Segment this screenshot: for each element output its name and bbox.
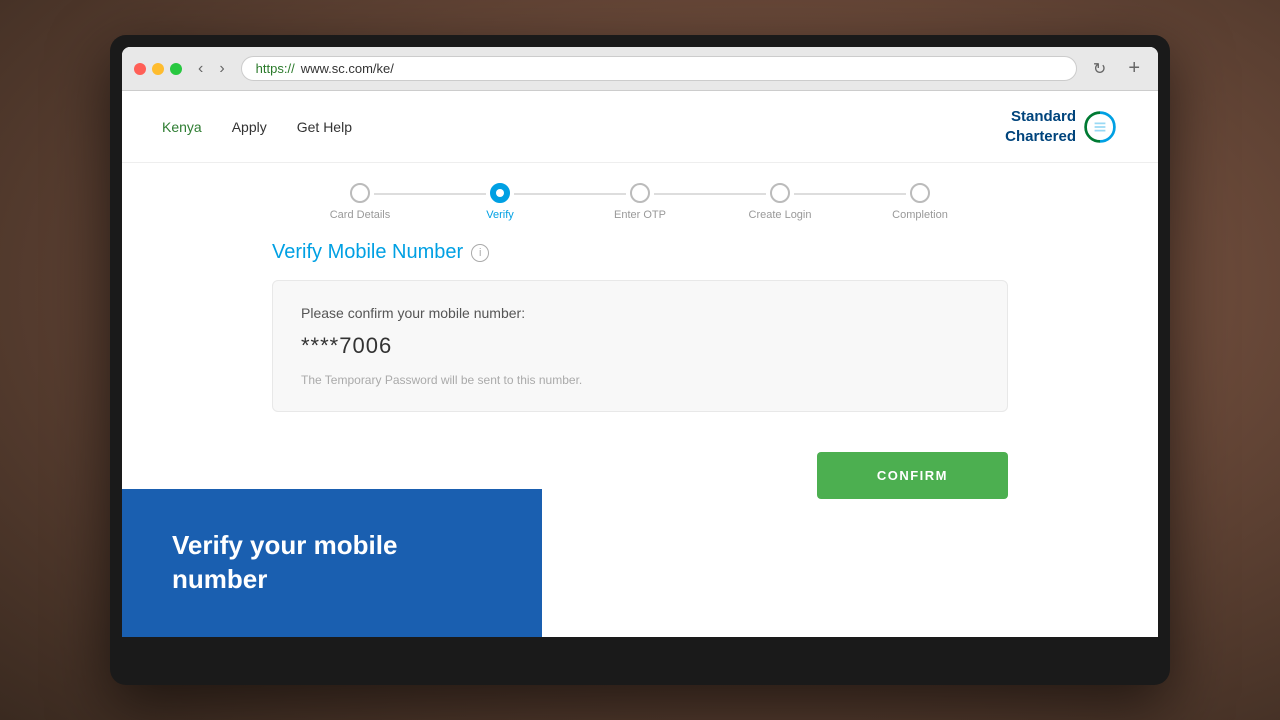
step-card-details: Card Details — [290, 183, 430, 221]
nav-left: Kenya Apply Get Help — [162, 119, 352, 135]
step-circle-completion — [910, 183, 930, 203]
step-label-otp: Enter OTP — [614, 209, 666, 221]
sc-logo-line1: Standard — [1011, 108, 1076, 125]
close-button[interactable] — [134, 63, 146, 75]
laptop-frame: ‹ › https:// www.sc.com/ke/ ↻ + Kenya App… — [110, 35, 1170, 685]
step-label-completion: Completion — [892, 209, 948, 221]
nav-region[interactable]: Kenya — [162, 119, 202, 135]
step-circle-login — [770, 183, 790, 203]
sc-logo-text: Standard Chartered — [1005, 107, 1076, 146]
nav-apply[interactable]: Apply — [232, 119, 267, 135]
banner-text: Verify your mobile number — [172, 529, 492, 597]
site-header: Kenya Apply Get Help Standard Chartered — [122, 91, 1158, 163]
blue-banner: Verify your mobile number — [122, 489, 542, 637]
maximize-button[interactable] — [170, 63, 182, 75]
step-enter-otp: Enter OTP — [570, 183, 710, 221]
main-content: Verify Mobile Number i Please confirm yo… — [122, 221, 1158, 452]
step-create-login: Create Login — [710, 183, 850, 221]
refresh-button[interactable]: ↻ — [1087, 57, 1112, 81]
verify-card: Please confirm your mobile number: ****7… — [272, 280, 1008, 412]
step-verify: Verify — [430, 183, 570, 221]
step-circle-verify — [490, 183, 510, 203]
progress-section: Card Details Verify Enter OTP C — [122, 163, 1158, 221]
confirm-button[interactable]: CONFIRM — [817, 452, 1008, 499]
address-bar[interactable]: https:// www.sc.com/ke/ — [241, 56, 1077, 81]
page-content: Kenya Apply Get Help Standard Chartered — [122, 91, 1158, 637]
step-label-verify: Verify — [486, 209, 514, 221]
nav-buttons: ‹ › — [192, 58, 231, 80]
section-title: Verify Mobile Number i — [272, 241, 1008, 264]
browser-window: ‹ › https:// www.sc.com/ke/ ↻ + Kenya App… — [122, 47, 1158, 637]
steps-container: Card Details Verify Enter OTP C — [290, 183, 990, 221]
browser-chrome: ‹ › https:// www.sc.com/ke/ ↻ + — [122, 47, 1158, 91]
confirm-label: Please confirm your mobile number: — [301, 305, 979, 321]
temp-password-note: The Temporary Password will be sent to t… — [301, 373, 979, 387]
minimize-button[interactable] — [152, 63, 164, 75]
url-domain: www.sc.com/ke/ — [301, 61, 394, 76]
sc-logo-line2: Chartered — [1005, 128, 1076, 145]
sc-logo-icon — [1082, 109, 1118, 145]
step-circle-card-details — [350, 183, 370, 203]
step-circle-otp — [630, 183, 650, 203]
step-completion: Completion — [850, 183, 990, 221]
forward-button[interactable]: › — [213, 58, 230, 80]
phone-number: ****7006 — [301, 333, 979, 359]
nav-help[interactable]: Get Help — [297, 119, 352, 135]
back-button[interactable]: ‹ — [192, 58, 209, 80]
step-label-card-details: Card Details — [330, 209, 391, 221]
step-label-login: Create Login — [749, 209, 812, 221]
traffic-lights — [134, 63, 182, 75]
info-icon[interactable]: i — [471, 244, 489, 262]
sc-logo: Standard Chartered — [1005, 107, 1118, 146]
section-title-text: Verify Mobile Number — [272, 241, 463, 264]
url-protocol: https:// — [256, 61, 295, 76]
new-tab-button[interactable]: + — [1122, 55, 1146, 82]
